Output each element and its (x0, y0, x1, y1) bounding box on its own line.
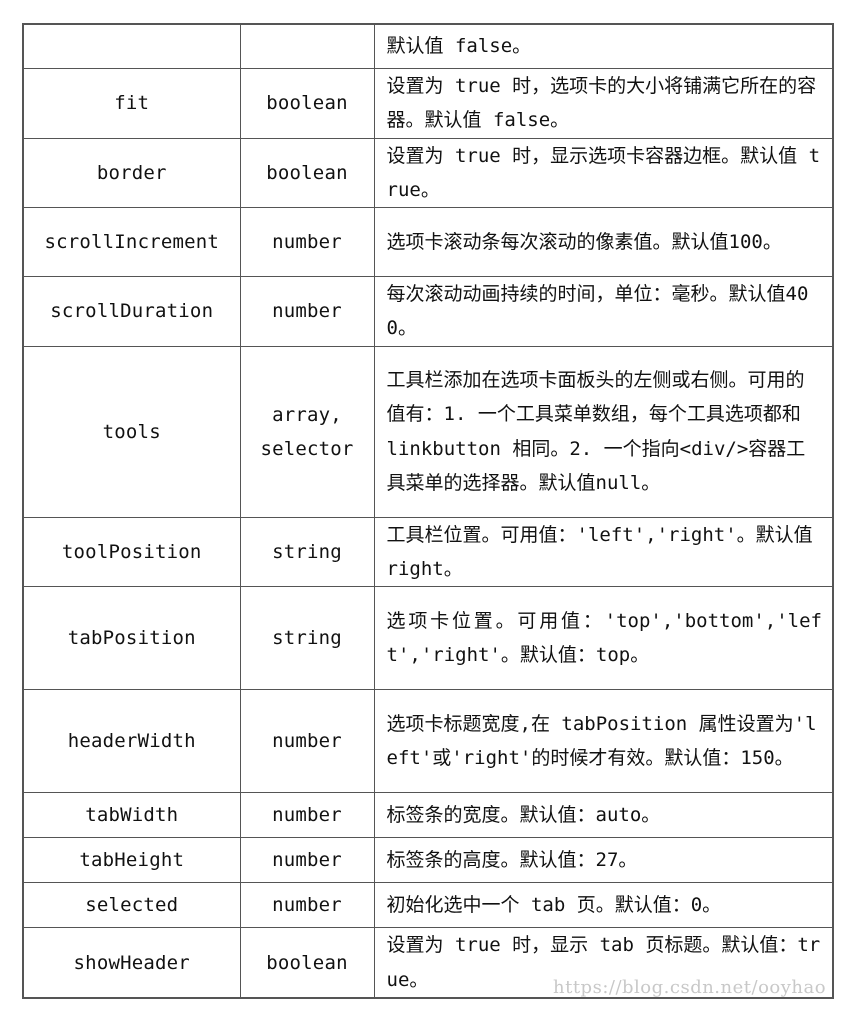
property-type-cell: number (239, 276, 375, 347)
property-type-text: number (272, 894, 342, 917)
property-name-cell: selected (22, 882, 241, 929)
property-type-cell: boolean (239, 927, 375, 999)
property-type-cell: number (239, 882, 375, 929)
property-description-cell: 选项卡滚动条每次滚动的像素值。默认值100。 (373, 207, 834, 278)
property-description-cell: 设置为 true 时，显示选项卡容器边框。默认值 true。 (373, 137, 834, 209)
property-description-cell: 工具栏添加在选项卡面板头的左侧或右侧。可用的值有：1. 一个工具菜单数组，每个工… (373, 345, 834, 518)
property-type-text: number (272, 730, 342, 753)
table-row: selected number 初始化选中一个 tab 页。默认值：0。 (22, 882, 834, 929)
table-row: tabPosition string 选项卡位置。可用值：'top','bottom… (22, 586, 834, 691)
property-type-text: number (272, 804, 342, 827)
property-description-cell: 选项卡位置。可用值：'top','bottom','left','right'。… (373, 586, 834, 691)
property-name-cell: tabWidth (22, 792, 241, 839)
watermark: https://blog.csdn.net/ooyhao (553, 977, 827, 998)
table-row: fit boolean 设置为 true 时，选项卡的大小将铺满它所在的容器。默认值… (22, 67, 834, 139)
property-type-cell: string (239, 586, 375, 691)
property-type-text: number (272, 231, 342, 254)
property-type-cell: boolean (239, 67, 375, 139)
property-description-cell: 默认值 false。 (373, 23, 834, 69)
property-type-cell: boolean (239, 137, 375, 209)
table-row: 默认值 false。 (22, 23, 834, 69)
properties-table: 默认值 false。 fit boolean 设置为 true 时，选项卡的大小将铺满… (22, 23, 834, 999)
property-name-cell (22, 23, 241, 69)
property-name-cell: showHeader (22, 927, 241, 999)
property-type-cell: number (239, 837, 375, 884)
property-description-cell: 每次滚动动画持续的时间，单位：毫秒。默认值400。 (373, 276, 834, 347)
property-description-cell: 初始化选中一个 tab 页。默认值：0。 (373, 882, 834, 929)
property-description-cell: 工具栏位置。可用值：'left','right'。默认值 right。 (373, 516, 834, 588)
property-type-cell: string (239, 516, 375, 588)
table-row: tabWidth number 标签条的宽度。默认值：auto。 (22, 792, 834, 839)
property-type-text: number (272, 300, 342, 323)
table-row: border boolean 设置为 true 时，显示选项卡容器边框。默认值 tr… (22, 137, 834, 209)
property-type-text: array, (272, 403, 342, 426)
property-type-text: boolean (266, 92, 348, 114)
table-row: scrollIncrement number 选项卡滚动条每次滚动的像素值。默认值1… (22, 207, 834, 278)
property-type-text: boolean (266, 951, 348, 974)
property-description-cell: 设置为 true 时，选项卡的大小将铺满它所在的容器。默认值 false。 (373, 67, 834, 139)
property-name-cell: headerWidth (22, 689, 241, 794)
property-type-text: string (272, 627, 342, 650)
table-row: scrollDuration number 每次滚动动画持续的时间，单位：毫秒。默认… (22, 276, 834, 347)
property-name-cell: tools (22, 345, 241, 518)
property-name-cell: tabHeight (22, 837, 241, 884)
property-type-cell: array, selector (239, 345, 375, 518)
table-row: tabHeight number 标签条的高度。默认值：27。 (22, 837, 834, 884)
property-description-cell: 标签条的宽度。默认值：auto。 (373, 792, 834, 839)
property-name-cell: scrollDuration (22, 276, 241, 347)
property-type-cell: number (239, 689, 375, 794)
property-type-cell (239, 23, 375, 69)
property-name-cell: toolPosition (22, 516, 241, 588)
property-type-cell: number (239, 207, 375, 278)
properties-table-body: 默认值 false。 fit boolean 设置为 true 时，选项卡的大小将铺满… (22, 23, 834, 999)
property-type-text: string (272, 540, 342, 563)
property-type-text: number (272, 849, 342, 872)
property-type-text: selector (260, 437, 354, 460)
property-description-cell: 选项卡标题宽度,在 tabPosition 属性设置为'left'或'right… (373, 689, 834, 794)
table-row: tools array, selector 工具栏添加在选项卡面板头的左侧或右侧。可用… (22, 345, 834, 518)
property-name-cell: tabPosition (22, 586, 241, 691)
property-type-cell: number (239, 792, 375, 839)
property-type-text: boolean (266, 161, 348, 184)
property-description-cell: 标签条的高度。默认值：27。 (373, 837, 834, 884)
table-row: headerWidth number 选项卡标题宽度,在 tabPosition 属… (22, 689, 834, 794)
property-name-cell: fit (22, 67, 241, 139)
table-row: toolPosition string 工具栏位置。可用值：'left','righ… (22, 516, 834, 588)
property-name-cell: scrollIncrement (22, 207, 241, 278)
property-name-cell: border (22, 137, 241, 209)
